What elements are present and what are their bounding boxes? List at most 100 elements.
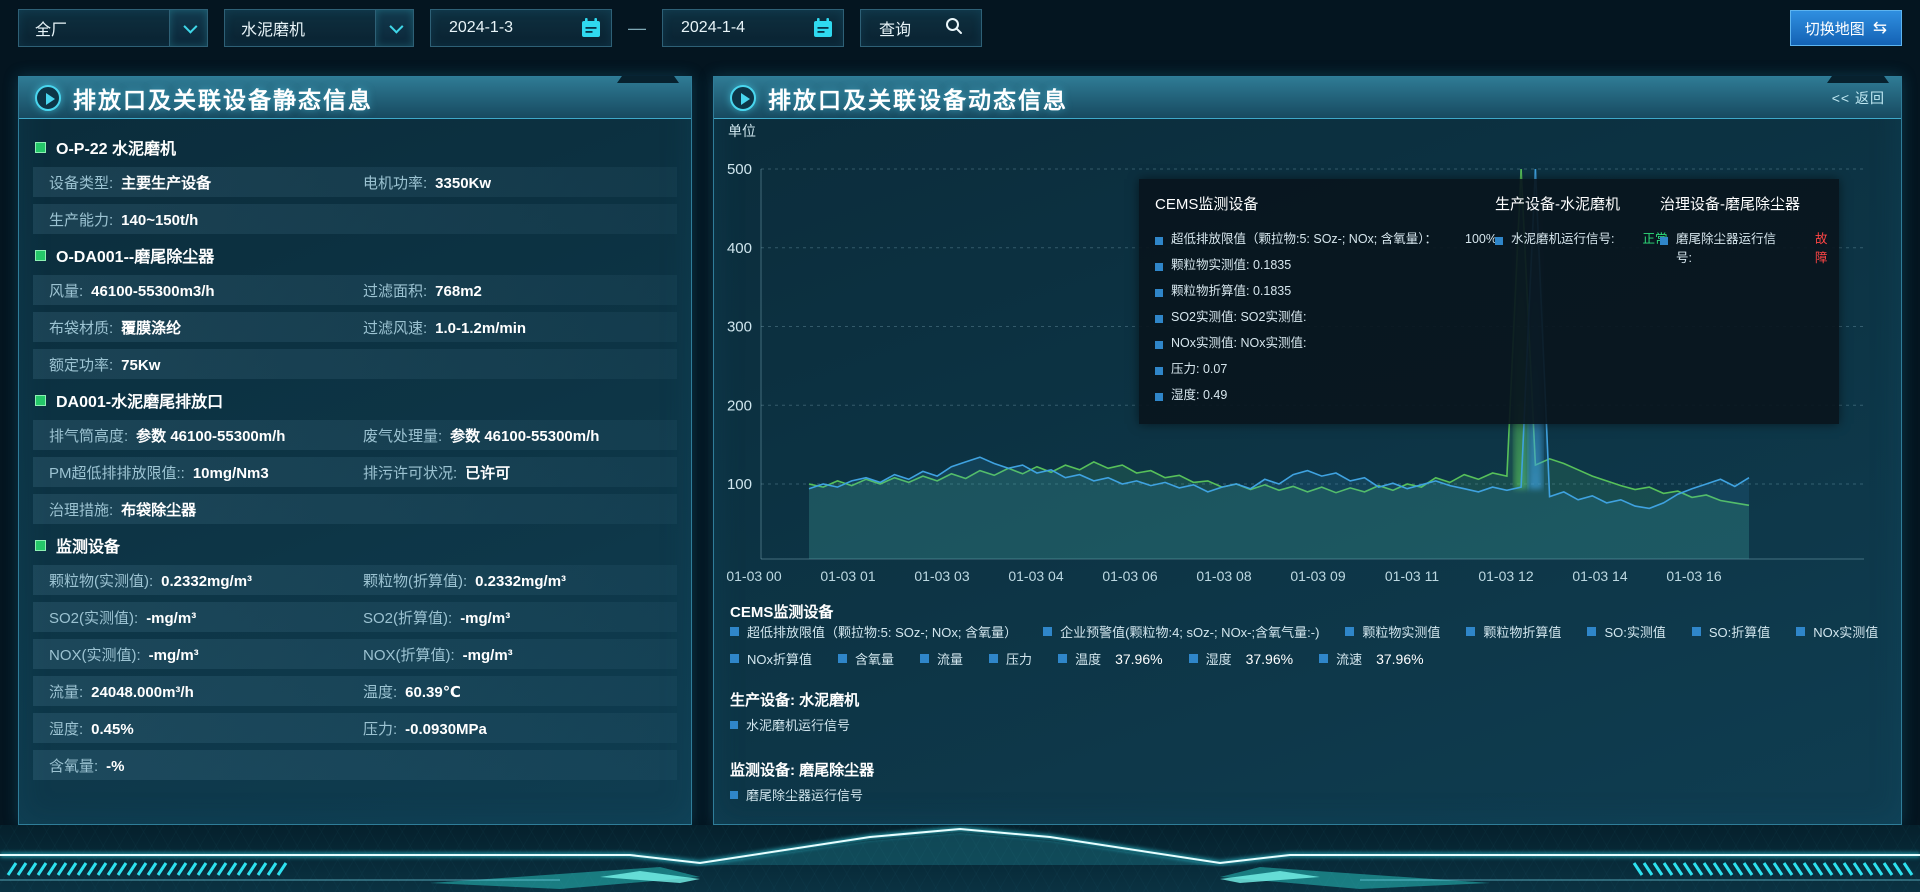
info-value: 24048.000m³/h xyxy=(91,684,194,701)
tooltip-column-header: CEMS监测设备 xyxy=(1155,193,1497,214)
info-cell: 风量:46100-55300m3/h xyxy=(49,280,363,301)
info-label: PM超低排排放限值:: xyxy=(49,462,185,483)
legend-label: SO:实测值 xyxy=(1604,622,1665,641)
section-title: O-DA001--磨尾除尘器 xyxy=(56,243,214,267)
tooltip-item: 颗粒物实测值: 0.1835 xyxy=(1155,254,1497,280)
info-cell: 排气筒高度:参数 46100-55300m/h xyxy=(49,425,363,446)
tooltip-item: 颗粒物折算值: 0.1835 xyxy=(1155,280,1497,306)
legend-value: 37.96% xyxy=(1376,651,1423,667)
info-row: 额定功率:75Kw xyxy=(33,349,677,379)
legend-item[interactable]: 颗粒物折算值 xyxy=(1466,622,1561,641)
swap-arrows-icon: ⇆ xyxy=(1873,18,1887,38)
query-button[interactable]: 查询 xyxy=(860,9,982,47)
info-cell: 生产能力:140~150t/h xyxy=(49,209,363,230)
info-cell: NOX(实测值):-mg/m³ xyxy=(49,644,363,665)
legend-item[interactable]: 含氧量 xyxy=(838,649,894,668)
legend-section-title: CEMS监测设备 xyxy=(730,601,833,622)
info-row: 布袋材质:覆膜涤纶过滤风速:1.0-1.2m/min xyxy=(33,312,677,342)
legend-item[interactable]: 湿度 37.96% xyxy=(1189,649,1294,668)
svg-text:01-03 03: 01-03 03 xyxy=(914,568,969,584)
info-row: 含氧量:-% xyxy=(33,750,677,780)
legend-item[interactable]: 温度37.96% xyxy=(1058,649,1163,668)
tooltip-column-header: 治理设备-磨尾除尘器 xyxy=(1660,193,1839,214)
info-row: 设备类型:主要生产设备电机功率:3350Kw xyxy=(33,167,677,197)
bottom-section-title: 监测设备: 磨尾除尘器 xyxy=(730,759,874,780)
info-label: 排污许可状况: xyxy=(363,462,457,483)
info-row: SO2(实测值):-mg/m³SO2(折算值):-mg/m³ xyxy=(33,602,677,632)
legend-label: 压力 xyxy=(1006,649,1032,668)
legend-marker-icon xyxy=(989,654,998,663)
info-label: 布袋材质: xyxy=(49,317,113,338)
legend-marker-icon xyxy=(1796,627,1805,636)
legend-item[interactable]: 超低排放限值（颗拉物:5: SOz-; NOx; 含氧量） xyxy=(730,622,1017,641)
tooltip-item: 磨尾除尘器运行信号:故障 xyxy=(1660,228,1839,254)
play-circle-icon xyxy=(35,85,61,111)
blue-bullet-icon xyxy=(1155,289,1163,297)
legend-label: 流量 xyxy=(937,649,963,668)
static-info-panel: 排放口及关联设备静态信息 O-P-22 水泥磨机设备类型:主要生产设备电机功率:… xyxy=(18,76,692,825)
date-from-input[interactable]: 2024-1-3 xyxy=(430,9,612,47)
blue-bullet-icon xyxy=(1155,237,1163,245)
info-cell: SO2(实测值):-mg/m³ xyxy=(49,607,363,628)
legend-item[interactable]: 企业预警值(颗粒物:4; sOz-; NOx-;含氧气量:-) xyxy=(1043,622,1319,641)
info-row: 治理措施:布袋除尘器 xyxy=(33,494,677,524)
tooltip-item: 湿度: 0.49 xyxy=(1155,384,1497,410)
info-row: 风量:46100-55300m3/h过滤面积:768m2 xyxy=(33,275,677,305)
legend-item[interactable]: 流量 xyxy=(920,649,963,668)
signal-legend-item[interactable]: 水泥磨机运行信号 xyxy=(730,715,850,734)
signal-legend-item[interactable]: 磨尾除尘器运行信号 xyxy=(730,785,863,804)
info-label: 温度: xyxy=(363,681,397,702)
dynamic-info-body: 单位 10020030040050001-03 0001-03 0101-03 … xyxy=(714,119,1901,825)
calendar-icon xyxy=(571,10,611,46)
legend-marker-icon xyxy=(1319,654,1328,663)
svg-text:01-03 01: 01-03 01 xyxy=(820,568,875,584)
legend-value: 37.96% xyxy=(1246,651,1293,667)
calendar-icon xyxy=(803,10,843,46)
switch-map-button[interactable]: 切换地图 ⇆ xyxy=(1790,10,1902,46)
svg-text:01-03 12: 01-03 12 xyxy=(1478,568,1533,584)
plant-select[interactable]: 全厂 xyxy=(18,9,208,47)
legend-marker-icon xyxy=(838,654,847,663)
blue-bullet-icon xyxy=(1495,237,1503,245)
legend-row-1: 超低排放限值（颗拉物:5: SOz-; NOx; 含氧量） 企业预警值(颗粒物:4… xyxy=(730,622,1891,641)
tooltip-item-label: 颗粒物实测值: 0.1835 xyxy=(1171,254,1291,273)
info-cell: 设备类型:主要生产设备 xyxy=(49,172,363,193)
legend-item[interactable]: 颗粒物实测值 xyxy=(1345,622,1440,641)
panel-notch-decoration xyxy=(1827,76,1889,83)
legend-item[interactable]: SO:折算值 xyxy=(1692,622,1770,641)
back-link[interactable]: << 返回 xyxy=(1832,88,1885,108)
section-header: DA001-水泥磨尾排放口 xyxy=(35,386,675,414)
info-value: -% xyxy=(106,758,124,775)
legend-item[interactable]: 压力 xyxy=(989,649,1032,668)
info-value: 768m2 xyxy=(435,283,482,300)
date-to-input[interactable]: 2024-1-4 xyxy=(662,9,844,47)
chevron-down-icon[interactable] xyxy=(375,10,413,46)
legend-marker-icon xyxy=(1692,627,1701,636)
info-value: -mg/m³ xyxy=(146,610,196,627)
legend-item[interactable]: NOx折算值 xyxy=(730,649,812,668)
tooltip-item: 压力: 0.07 xyxy=(1155,358,1497,384)
legend-item[interactable]: SO:实测值 xyxy=(1587,622,1665,641)
legend-item[interactable]: 流速37.96% xyxy=(1319,649,1424,668)
legend-marker-icon xyxy=(730,791,738,799)
chevron-down-icon[interactable] xyxy=(169,10,207,46)
info-value: 布袋除尘器 xyxy=(121,499,196,520)
top-toolbar: 全厂 水泥磨机 2024-1-3 — 2024-1-4 查询 切换地图 ⇆ xyxy=(18,7,1902,49)
info-value: 参数 46100-55300m/h xyxy=(450,425,599,446)
info-row: 湿度:0.45%压力:-0.0930MPa xyxy=(33,713,677,743)
legend-label: 湿度 xyxy=(1206,649,1232,668)
legend-item[interactable]: NOx实测值 xyxy=(1796,622,1878,641)
svg-text:01-03 11: 01-03 11 xyxy=(1385,568,1439,584)
info-cell: 过滤面积:768m2 xyxy=(363,280,677,301)
section-title: DA001-水泥磨尾排放口 xyxy=(56,388,223,412)
legend-label: NOx实测值 xyxy=(1813,622,1878,641)
svg-text:01-03 08: 01-03 08 xyxy=(1196,568,1251,584)
legend-marker-icon xyxy=(1466,627,1475,636)
device-select[interactable]: 水泥磨机 xyxy=(224,9,414,47)
svg-text:400: 400 xyxy=(727,240,752,257)
info-cell: PM超低排排放限值::10mg/Nm3 xyxy=(49,462,363,483)
legend-marker-icon xyxy=(1058,654,1067,663)
svg-text:01-03 16: 01-03 16 xyxy=(1666,568,1721,584)
info-value: 1.0-1.2m/min xyxy=(435,320,526,337)
tooltip-item-label: SO2实测值: SO2实测值: xyxy=(1171,306,1306,325)
